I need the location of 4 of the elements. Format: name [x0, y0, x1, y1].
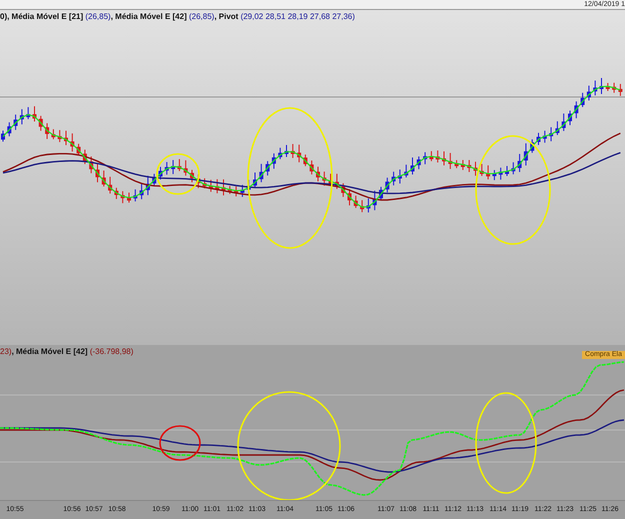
indicator-legend: 23), Média Móvel E [42] (-36.798,98) [0, 347, 134, 358]
indicator-legend: 0), Média Móvel E [21] (26,85), Média Móvel E [42] (26,85), Pivot (29,02 28,51 28,19 27,68 27,36) [0, 12, 355, 22]
highlight-ellipse [159, 426, 201, 462]
highlight-ellipse [156, 154, 200, 196]
